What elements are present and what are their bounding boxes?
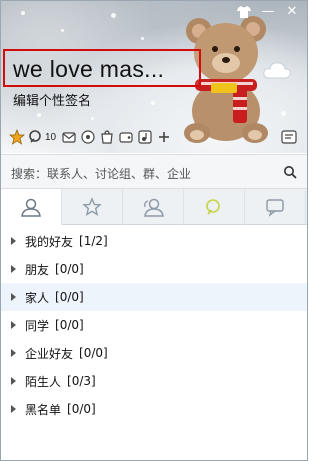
group-row[interactable]: 我的好友 [1/2] (1, 227, 307, 255)
group-row[interactable]: 同学 [0/0] (1, 311, 307, 339)
group-name: 朋友 (25, 262, 50, 277)
app-add-icon[interactable] (156, 129, 172, 145)
star-icon (82, 197, 102, 216)
wallet-icon[interactable] (118, 129, 134, 145)
app-icon-bar: 10 (9, 127, 172, 147)
group-name: 企业好友 (25, 346, 74, 361)
group-name: 黑名单 (25, 402, 62, 417)
signature-field[interactable]: 编辑个性签名 (13, 90, 91, 109)
group-name: 我的好友 (25, 234, 74, 249)
qq-main-panel: — ✕ we love mas... 编辑个性签名 10 搜索：联系人、讨论组、… (0, 0, 308, 461)
close-button[interactable]: ✕ (281, 3, 303, 21)
microblog-icon (206, 199, 220, 215)
unread-count: 10 (45, 131, 57, 143)
nickname[interactable]: we love mas... (13, 56, 164, 83)
group-row[interactable]: 家人 [0/0] (1, 283, 307, 311)
minimize-button[interactable]: — (257, 3, 279, 21)
shopping-icon[interactable] (99, 129, 115, 145)
group-row[interactable]: 朋友 [0/0] (1, 255, 307, 283)
group-count: [0/0] (79, 346, 108, 360)
group-row[interactable]: 企业好友 [0/0] (1, 339, 307, 367)
group-name: 家人 (25, 290, 50, 305)
search-bar[interactable]: 搜索：联系人、讨论组、群、企业 (1, 154, 307, 189)
expand-arrow-icon (11, 349, 16, 357)
group-row[interactable]: 陌生人 [0/3] (1, 367, 307, 395)
profile-header: — ✕ we love mas... 编辑个性签名 10 (1, 1, 307, 153)
contact-group-list: 我的好友 [1/2] 朋友 [0/0] 家人 [0/0] 同学 [0/0] 企业… (1, 227, 307, 423)
group-count: [0/0] (55, 262, 84, 276)
chat-icon (266, 199, 284, 217)
group-count: [1/2] (79, 234, 108, 248)
expand-arrow-icon (11, 237, 16, 245)
qzone-star-icon[interactable] (9, 129, 25, 145)
microblog-icon[interactable] (28, 129, 44, 145)
group-count: [0/0] (67, 402, 96, 416)
expand-arrow-icon (11, 293, 16, 301)
skin-button[interactable] (233, 3, 255, 21)
group-count: [0/0] (55, 318, 84, 332)
music-icon[interactable] (137, 129, 153, 145)
group-count: [0/0] (55, 290, 84, 304)
expand-arrow-icon (11, 265, 16, 273)
tab-favorites[interactable] (62, 189, 123, 225)
shirt-icon (237, 6, 251, 18)
mail-icon[interactable] (61, 129, 77, 145)
search-input[interactable]: 搜索：联系人、讨论组、群、企业 (11, 165, 191, 182)
search-icon[interactable] (283, 165, 297, 179)
group-icon (144, 198, 164, 217)
panel-tabs (1, 189, 307, 225)
weather-cloud-icon[interactable] (263, 61, 291, 79)
game-icon[interactable] (80, 129, 96, 145)
expand-arrow-icon (11, 321, 16, 329)
group-name: 陌生人 (25, 374, 62, 389)
message-box-icon[interactable] (281, 129, 297, 145)
expand-arrow-icon (11, 405, 16, 413)
expand-arrow-icon (11, 377, 16, 385)
tab-contacts[interactable] (1, 189, 62, 225)
tab-microblog[interactable] (184, 189, 245, 225)
group-row[interactable]: 黑名单 [0/0] (1, 395, 307, 423)
group-name: 同学 (25, 318, 50, 333)
person-icon (21, 198, 41, 217)
group-count: [0/3] (67, 374, 96, 388)
tab-recent[interactable] (245, 189, 306, 225)
tab-groups[interactable] (123, 189, 184, 225)
